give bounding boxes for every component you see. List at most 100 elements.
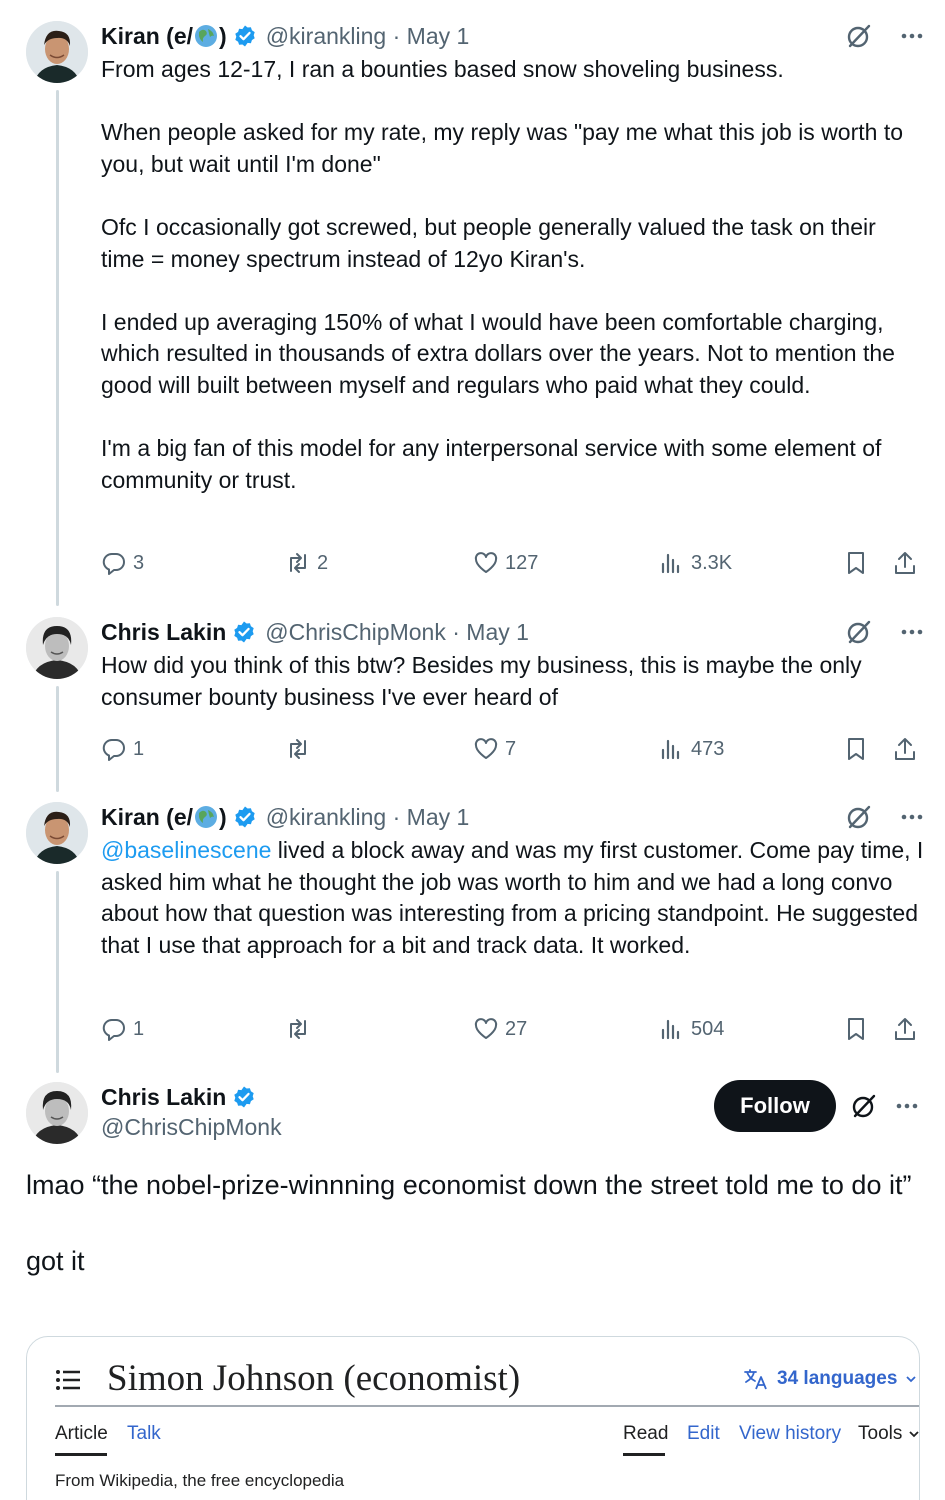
tweet-date[interactable]: May 1	[407, 23, 470, 49]
main-tweet-header: Chris Lakin	[101, 1082, 256, 1112]
like-button[interactable]: 27	[473, 1014, 527, 1044]
like-count: 127	[505, 551, 539, 574]
tweet-actions: 1 27 504	[101, 1014, 921, 1044]
tweet-actions: 3 2 127 3.3K	[101, 548, 921, 578]
reply-button[interactable]: 1	[101, 1014, 144, 1044]
globe-emoji-icon	[195, 805, 218, 828]
wiki-languages-label: 34 languages	[777, 1368, 898, 1389]
menu-icon[interactable]	[55, 1369, 81, 1391]
views-button[interactable]: 3.3K	[659, 548, 732, 578]
like-icon	[474, 552, 498, 573]
verified-badge-icon	[234, 621, 254, 643]
mention-link[interactable]: @baselinescene	[101, 837, 271, 863]
grok-icon[interactable]	[845, 618, 873, 646]
repost-icon	[290, 553, 306, 573]
author-name[interactable]: Chris Lakin	[101, 619, 226, 646]
thread-line	[56, 871, 59, 1073]
tweet-date[interactable]: May 1	[466, 619, 529, 645]
bookmark-button[interactable]	[843, 1014, 869, 1044]
thread-line	[56, 90, 59, 606]
avatar[interactable]	[26, 802, 88, 864]
wiki-article-title: Simon Johnson (economist)	[107, 1358, 521, 1399]
translate-icon	[744, 1369, 767, 1390]
more-icon[interactable]	[899, 804, 925, 830]
tweet-actions: 1 7 473	[101, 734, 921, 764]
grok-icon[interactable]	[845, 803, 873, 831]
repost-button[interactable]	[285, 1014, 317, 1044]
reply-icon	[102, 1018, 125, 1041]
author-handle[interactable]: @ChrisChipMonk · May 1	[265, 619, 529, 646]
like-button[interactable]: 7	[473, 734, 516, 764]
share-button[interactable]	[892, 548, 918, 578]
like-button[interactable]: 127	[473, 548, 538, 578]
like-icon	[474, 1018, 498, 1039]
follow-button[interactable]: Follow	[714, 1080, 836, 1132]
author-name[interactable]: Chris Lakin	[101, 1084, 226, 1111]
reply-button[interactable]: 1	[101, 734, 144, 764]
tweet-header: Kiran (e/) @kirankling · May 1	[101, 21, 925, 51]
wiki-divider	[55, 1405, 919, 1407]
reply-button[interactable]: 3	[101, 548, 144, 578]
reply-count: 3	[133, 551, 145, 574]
verified-badge-icon	[235, 25, 255, 47]
grok-icon[interactable]	[845, 22, 873, 50]
bookmark-button[interactable]	[843, 734, 869, 764]
share-icon	[895, 1018, 915, 1040]
tab-article-underline	[55, 1453, 107, 1456]
repost-button[interactable]	[285, 734, 317, 764]
tweet-date[interactable]: May 1	[407, 804, 470, 830]
chevron-down-icon	[909, 1431, 919, 1438]
more-icon[interactable]	[894, 1093, 920, 1119]
tab-read[interactable]: Read	[623, 1423, 668, 1445]
chevron-down-icon	[906, 1376, 917, 1383]
verified-badge-icon	[235, 806, 255, 828]
tab-tools[interactable]: Tools	[858, 1423, 919, 1445]
avatar[interactable]	[26, 1082, 88, 1144]
globe-emoji-icon	[195, 24, 218, 47]
tab-view-history[interactable]: View history	[739, 1423, 841, 1445]
more-icon[interactable]	[899, 23, 925, 49]
main-tweet-text: lmao “the nobel-prize-winnning economist…	[26, 1170, 912, 1276]
tab-read-underline	[623, 1453, 665, 1456]
tab-article[interactable]: Article	[55, 1423, 108, 1445]
wikipedia-card[interactable]: Simon Johnson (economist) 34 languages A…	[26, 1336, 920, 1500]
view-count: 473	[691, 737, 725, 760]
share-icon	[895, 738, 915, 760]
author-handle[interactable]: @kirankling · May 1	[266, 23, 470, 50]
repost-button[interactable]: 2	[285, 548, 328, 578]
tweet-header: Kiran (e/) @kirankling · May 1	[101, 802, 925, 832]
bookmark-icon	[848, 552, 864, 574]
main-tweet-handle-row: @ChrisChipMonk	[101, 1112, 282, 1142]
tweet-header: Chris Lakin @ChrisChipMonk · May 1	[101, 617, 925, 647]
main-tweet-header-icons	[850, 1092, 920, 1120]
share-button[interactable]	[892, 1014, 918, 1044]
author-name[interactable]: Kiran (e/)	[101, 23, 227, 50]
reply-count: 1	[133, 1017, 145, 1040]
author-name[interactable]: Kiran (e/)	[101, 804, 227, 831]
wiki-languages-button[interactable]: 34 languages	[743, 1367, 917, 1391]
share-icon	[895, 552, 915, 574]
tab-edit[interactable]: Edit	[687, 1423, 720, 1445]
like-count: 7	[505, 737, 517, 760]
avatar[interactable]	[26, 21, 88, 83]
like-icon	[474, 738, 498, 759]
bookmark-button[interactable]	[843, 548, 869, 578]
tab-talk[interactable]: Talk	[127, 1423, 161, 1445]
view-count: 3.3K	[691, 551, 733, 574]
share-button[interactable]	[892, 734, 918, 764]
author-handle[interactable]: @ChrisChipMonk	[101, 1114, 282, 1141]
views-button[interactable]: 473	[659, 734, 724, 764]
repost-icon	[290, 1019, 306, 1039]
author-handle[interactable]: @kirankling · May 1	[266, 804, 470, 831]
wiki-tagline: From Wikipedia, the free encyclopedia	[55, 1471, 345, 1490]
thread-line	[56, 686, 59, 792]
views-icon	[661, 739, 680, 760]
tweet-text: How did you think of this btw? Besides m…	[101, 652, 869, 710]
more-icon[interactable]	[899, 619, 925, 645]
bookmark-icon	[848, 738, 864, 760]
reply-icon	[102, 738, 125, 761]
tweet-text: From ages 12-17, I ran a bounties based …	[101, 56, 904, 493]
avatar[interactable]	[26, 617, 88, 679]
views-button[interactable]: 504	[659, 1014, 724, 1044]
grok-icon[interactable]	[850, 1092, 878, 1120]
